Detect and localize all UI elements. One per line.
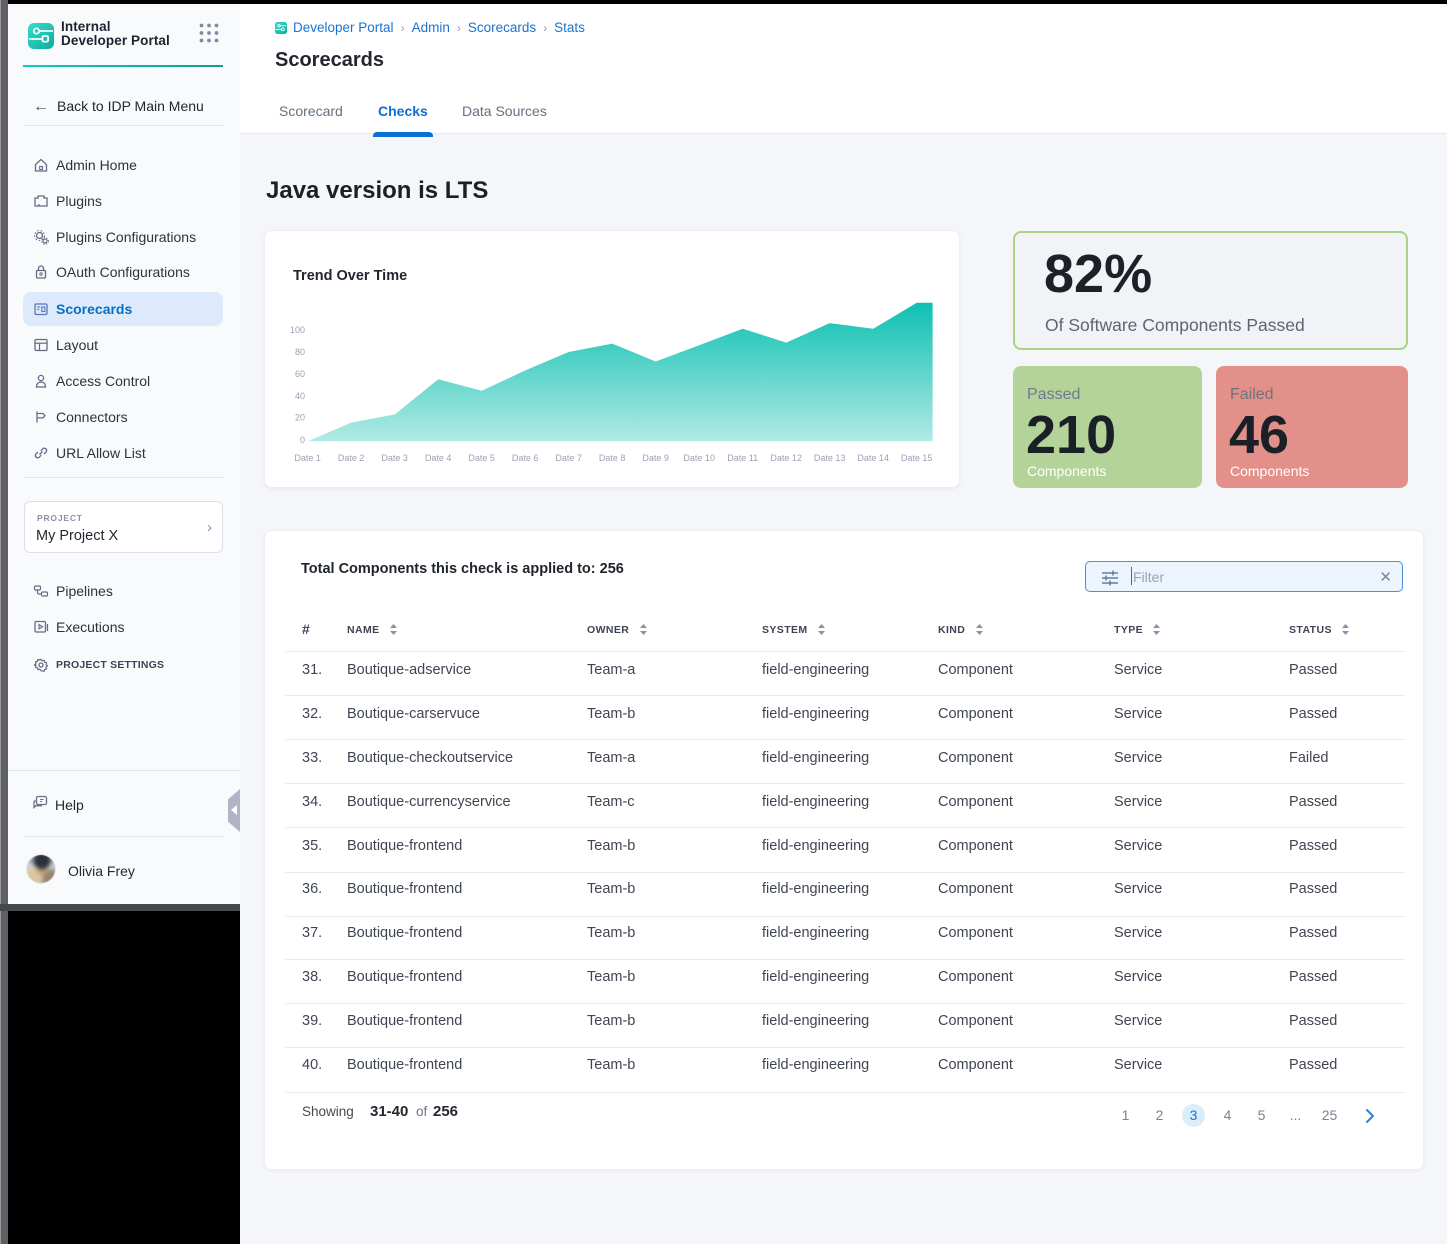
svg-text:Date 9: Date 9 [642, 453, 669, 463]
svg-text:Date 11: Date 11 [727, 453, 758, 463]
svg-text:Date 8: Date 8 [599, 453, 626, 463]
svg-text:Date 3: Date 3 [381, 453, 408, 463]
svg-text:Date 14: Date 14 [857, 453, 889, 463]
svg-text:Date 15: Date 15 [901, 453, 933, 463]
svg-text:80: 80 [295, 347, 305, 357]
svg-text:Date 2: Date 2 [338, 453, 365, 463]
svg-text:0: 0 [300, 435, 305, 445]
svg-text:Date 12: Date 12 [770, 453, 802, 463]
svg-text:Date 4: Date 4 [425, 453, 452, 463]
svg-text:40: 40 [295, 391, 305, 401]
svg-text:Date 7: Date 7 [555, 453, 582, 463]
svg-text:Date 5: Date 5 [468, 453, 495, 463]
svg-text:60: 60 [295, 369, 305, 379]
svg-text:20: 20 [295, 412, 305, 422]
svg-text:Date 13: Date 13 [814, 453, 846, 463]
svg-text:Date 6: Date 6 [512, 453, 539, 463]
svg-text:Date 1: Date 1 [294, 453, 321, 463]
svg-text:100: 100 [290, 325, 305, 335]
svg-text:Date 10: Date 10 [683, 453, 715, 463]
